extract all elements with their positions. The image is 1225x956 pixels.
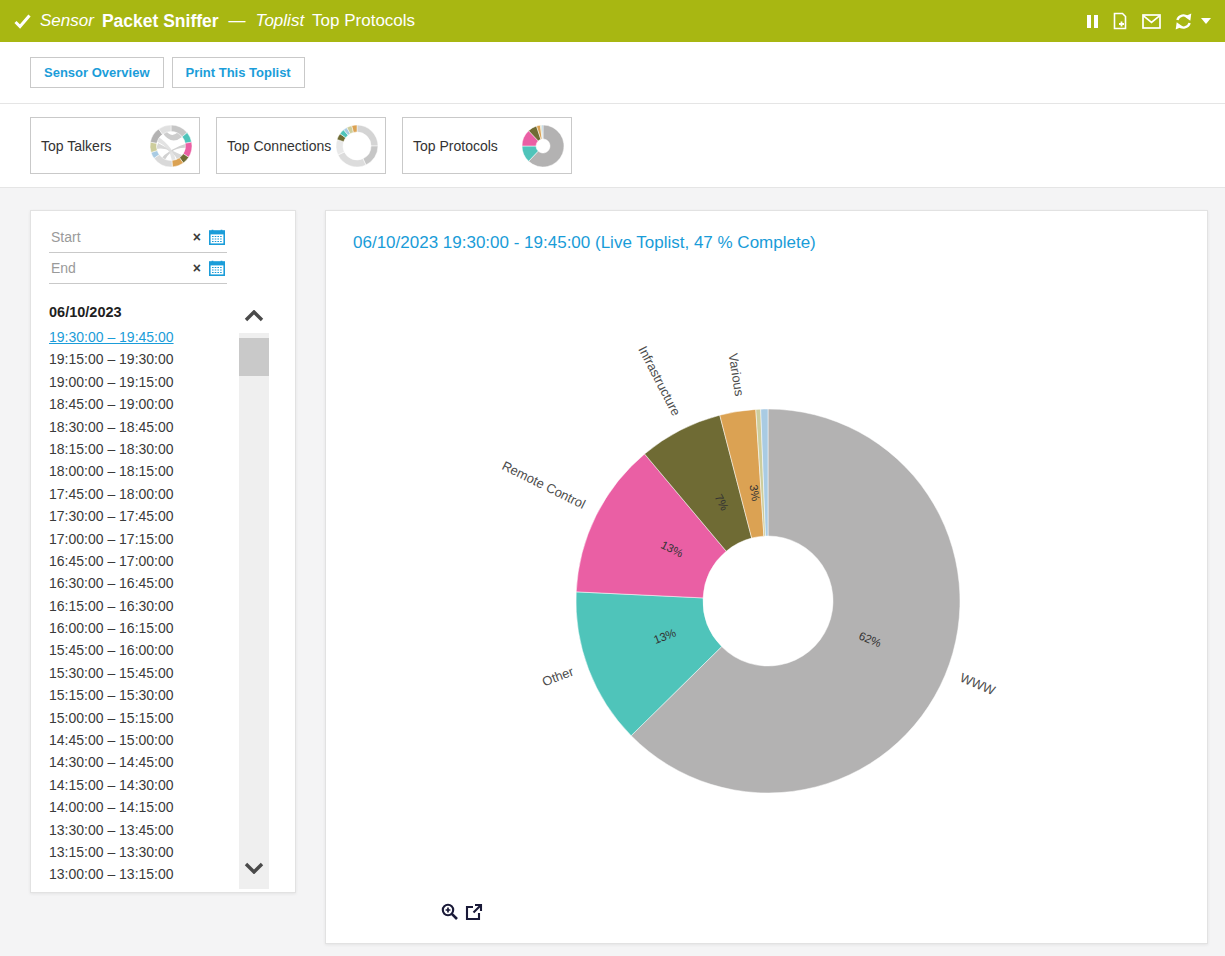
- time-range-item[interactable]: 19:15:00 – 19:30:00: [49, 348, 234, 370]
- time-range-item[interactable]: 15:00:00 – 15:15:00: [49, 707, 234, 729]
- time-range-item[interactable]: 14:30:00 – 14:45:00: [49, 751, 234, 773]
- time-range-item[interactable]: 18:15:00 – 18:30:00: [49, 438, 234, 460]
- time-range-item[interactable]: 17:45:00 – 18:00:00: [49, 483, 234, 505]
- print-toplist-button[interactable]: Print This Toplist: [172, 57, 305, 88]
- pause-icon[interactable]: [1087, 15, 1098, 28]
- top-connections-chart-icon: [334, 123, 380, 169]
- add-report-icon[interactable]: [1111, 12, 1129, 30]
- ok-check-icon: [14, 13, 31, 30]
- sensor-overview-button[interactable]: Sensor Overview: [30, 57, 164, 88]
- time-range-item[interactable]: 19:00:00 – 19:15:00: [49, 371, 234, 393]
- scroll-down-button[interactable]: [239, 857, 269, 879]
- slice-name-label: Remote Control: [500, 458, 588, 512]
- slice-name-label: Various: [726, 352, 748, 397]
- time-range-item[interactable]: 16:30:00 – 16:45:00: [49, 572, 234, 594]
- time-range-item[interactable]: 13:30:00 – 13:45:00: [49, 819, 234, 841]
- zoom-in-icon[interactable]: [441, 903, 459, 921]
- time-range-item[interactable]: 14:15:00 – 14:30:00: [49, 774, 234, 796]
- slice-name-label: Other: [540, 663, 576, 689]
- page-title: Top Protocols: [312, 11, 415, 31]
- tab-top-connections[interactable]: Top Connections: [216, 117, 386, 174]
- time-range-item[interactable]: 15:30:00 – 15:45:00: [49, 662, 234, 684]
- slice-name-label: Infrastructure: [635, 343, 683, 418]
- time-range-list: 19:30:00 – 19:45:0019:15:00 – 19:30:0019…: [49, 326, 234, 886]
- time-range-item[interactable]: 18:45:00 – 19:00:00: [49, 393, 234, 415]
- time-filter-panel: × × 06/10/2023 19:30:00 – 19:45:0019:15:…: [30, 210, 296, 893]
- tab-top-protocols[interactable]: Top Protocols: [402, 117, 572, 174]
- top-talkers-chart-icon: [148, 123, 194, 169]
- calendar-end-icon[interactable]: [209, 260, 225, 276]
- refresh-icon[interactable]: [1174, 12, 1193, 31]
- time-range-item[interactable]: 14:45:00 – 15:00:00: [49, 729, 234, 751]
- tab-label: Top Talkers: [41, 138, 112, 154]
- scrollbar-track[interactable]: [239, 333, 269, 889]
- time-range-item[interactable]: 17:30:00 – 17:45:00: [49, 505, 234, 527]
- email-icon[interactable]: [1142, 14, 1161, 29]
- clear-start-icon[interactable]: ×: [193, 230, 201, 244]
- time-range-item[interactable]: 15:15:00 – 15:30:00: [49, 684, 234, 706]
- scrollbar: [239, 301, 269, 889]
- protocols-donut-chart: 62%WWW13%Other13%Remote Control7%Infrast…: [326, 211, 1209, 911]
- time-range-item[interactable]: 15:45:00 – 16:00:00: [49, 639, 234, 661]
- scroll-up-button[interactable]: [239, 301, 269, 331]
- separator-dash: —: [229, 11, 246, 31]
- time-range-item[interactable]: 16:00:00 – 16:15:00: [49, 617, 234, 639]
- toplist-label: Toplist: [256, 11, 305, 31]
- caret-down-icon[interactable]: [1201, 18, 1211, 24]
- sensor-name[interactable]: Packet Sniffer: [102, 11, 219, 32]
- time-range-item[interactable]: 16:15:00 – 16:30:00: [49, 595, 234, 617]
- external-link-icon[interactable]: [465, 903, 483, 921]
- tab-label: Top Protocols: [413, 138, 498, 154]
- chart-footer-icons: [441, 903, 483, 921]
- time-range-item[interactable]: 18:00:00 – 18:15:00: [49, 460, 234, 482]
- time-range-item[interactable]: 19:30:00 – 19:45:00: [49, 326, 234, 348]
- toplist-chart-panel: 06/10/2023 19:30:00 - 19:45:00 (Live Top…: [325, 210, 1208, 944]
- time-range-item[interactable]: 18:30:00 – 18:45:00: [49, 416, 234, 438]
- time-range-item[interactable]: 14:00:00 – 14:15:00: [49, 796, 234, 818]
- sensor-label: Sensor: [40, 11, 94, 31]
- time-range-item[interactable]: 13:00:00 – 13:15:00: [49, 863, 234, 885]
- clear-end-icon[interactable]: ×: [193, 261, 201, 275]
- toplist-tabs: Top Talkers Top Connections Top Protocols: [30, 117, 572, 174]
- header-bar: Sensor Packet Sniffer — Toplist Top Prot…: [0, 0, 1225, 42]
- top-protocols-chart-icon: [520, 123, 566, 169]
- tab-top-talkers[interactable]: Top Talkers: [30, 117, 200, 174]
- time-range-item[interactable]: 17:00:00 – 17:15:00: [49, 528, 234, 550]
- time-range-item[interactable]: 16:45:00 – 17:00:00: [49, 550, 234, 572]
- divider-top: [0, 103, 1225, 104]
- slice-name-label: WWW: [958, 670, 998, 698]
- tab-label: Top Connections: [227, 138, 331, 154]
- toolbar: Sensor Overview Print This Toplist: [30, 57, 305, 88]
- scrollbar-thumb[interactable]: [239, 338, 269, 376]
- time-range-item[interactable]: 13:15:00 – 13:30:00: [49, 841, 234, 863]
- date-header: 06/10/2023: [49, 304, 122, 320]
- calendar-start-icon[interactable]: [209, 229, 225, 245]
